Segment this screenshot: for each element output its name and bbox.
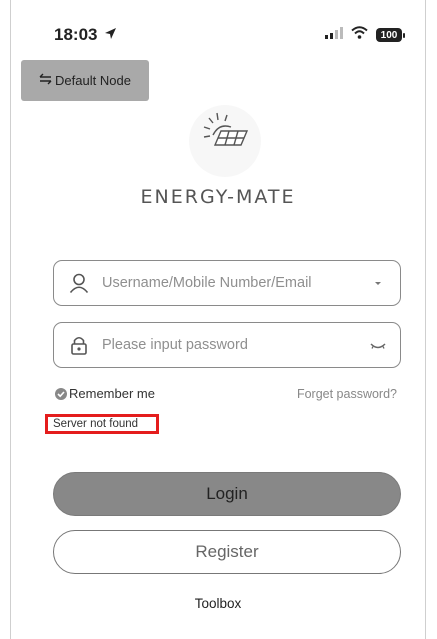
status-time: 18:03	[54, 25, 98, 44]
location-arrow-icon	[104, 27, 117, 45]
solar-panel-logo-icon	[189, 105, 261, 177]
status-bar: 18:03 100	[11, 0, 425, 60]
wifi-icon	[351, 26, 368, 44]
eye-closed-icon[interactable]	[368, 335, 388, 355]
switch-arrows-icon	[39, 73, 52, 88]
register-button[interactable]: Register	[53, 530, 401, 574]
signal-icon	[325, 26, 343, 44]
username-input[interactable]: Username/Mobile Number/Email	[102, 275, 368, 291]
remember-me-toggle[interactable]: Remember me	[55, 386, 155, 401]
default-node-label: Default Node	[55, 73, 131, 88]
app-screen: 18:03 100 Default Node ENERGY-MATE Usern…	[10, 0, 426, 639]
error-message: Server not found	[45, 414, 159, 434]
app-brand-title: ENERGY-MATE	[140, 186, 296, 208]
remember-me-label: Remember me	[69, 386, 155, 401]
battery-level: 100	[376, 28, 402, 42]
password-input[interactable]: Please input password	[102, 337, 368, 353]
status-icons: 100	[325, 26, 405, 44]
user-icon	[68, 272, 90, 294]
forget-password-link[interactable]: Forget password?	[297, 387, 397, 401]
toolbox-link[interactable]: Toolbox	[11, 596, 425, 611]
login-button[interactable]: Login	[53, 472, 401, 516]
lock-icon	[68, 334, 90, 356]
password-field[interactable]: Please input password	[53, 322, 401, 368]
default-node-button[interactable]: Default Node	[21, 60, 149, 101]
battery-icon: 100	[376, 28, 405, 42]
checkmark-icon[interactable]	[55, 387, 67, 400]
dropdown-caret-icon[interactable]	[368, 273, 388, 293]
username-field[interactable]: Username/Mobile Number/Email	[53, 260, 401, 306]
